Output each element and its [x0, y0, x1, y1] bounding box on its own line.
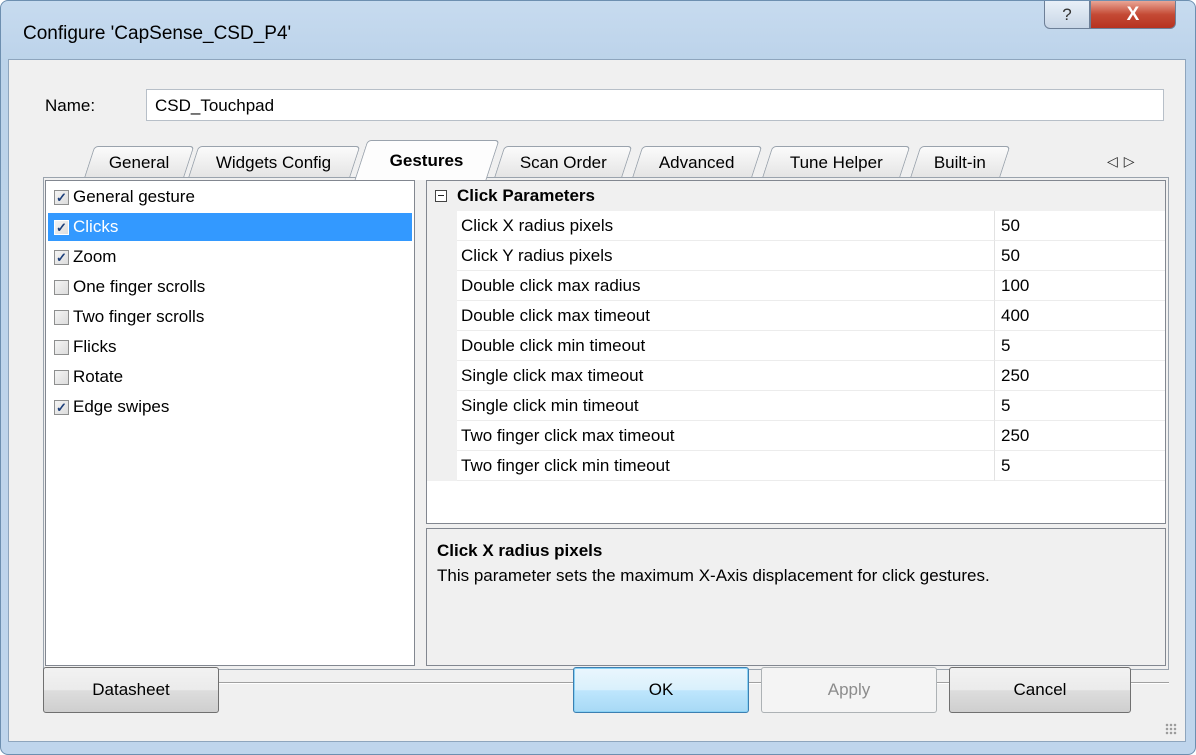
tab-tune-helper[interactable]: Tune Helper	[761, 146, 911, 179]
tab-scroll-arrows: ◁▷	[1107, 153, 1141, 170]
tab-scroll-right-icon[interactable]: ▷	[1124, 153, 1141, 169]
tab-advanced[interactable]: Advanced	[631, 146, 763, 179]
property-value[interactable]: 5	[995, 451, 1165, 481]
gesture-checkbox[interactable]: ✓	[54, 189, 69, 205]
gesture-checkbox[interactable]: ✓	[54, 399, 69, 415]
tab-widgets-config[interactable]: Widgets Config	[187, 146, 361, 179]
gesture-item-flicks[interactable]: Flicks	[48, 333, 412, 361]
title-bar[interactable]: Configure 'CapSense_CSD_P4' ? X	[1, 1, 1195, 59]
gesture-list[interactable]: ✓ General gesture ✓ Clicks ✓ Zoom One fi…	[45, 180, 415, 666]
cancel-button[interactable]: Cancel	[949, 667, 1131, 713]
property-name: Two finger click max timeout	[457, 421, 995, 451]
close-button[interactable]: X	[1090, 1, 1176, 29]
property-category-header[interactable]: Click Parameters	[427, 181, 1165, 211]
gesture-item-general-gesture[interactable]: ✓ General gesture	[48, 183, 412, 211]
description-title: Click X radius pixels	[437, 541, 603, 560]
property-name: Click Y radius pixels	[457, 241, 995, 271]
property-name: Single click max timeout	[457, 361, 995, 391]
property-name: Double click max timeout	[457, 301, 995, 331]
gesture-label: Zoom	[73, 247, 117, 266]
gesture-label: Rotate	[73, 367, 124, 386]
tab-scroll-left-icon[interactable]: ◁	[1107, 153, 1124, 169]
resize-grip-icon[interactable]	[1165, 723, 1177, 735]
gesture-label: One finger scrolls	[73, 277, 206, 296]
property-category-label: Click Parameters	[457, 186, 595, 205]
ok-button[interactable]: OK	[573, 667, 749, 713]
property-name: Click X radius pixels	[457, 211, 995, 241]
gesture-label: Two finger scrolls	[73, 307, 205, 326]
gesture-label: General gesture	[73, 187, 195, 206]
property-value[interactable]: 250	[995, 421, 1165, 451]
gesture-checkbox[interactable]	[54, 309, 69, 325]
tab-built-in[interactable]: Built-in	[909, 146, 1011, 179]
tab-gestures[interactable]: Gestures	[354, 140, 500, 180]
tab-strip: General Widgets Config Gestures Scan Ord…	[9, 140, 1187, 180]
gesture-label: Edge swipes	[73, 397, 170, 416]
property-value[interactable]: 100	[995, 271, 1165, 301]
property-value[interactable]: 5	[995, 391, 1165, 421]
property-row[interactable]: Single click min timeout 5	[427, 391, 1165, 421]
property-description-pane: Click X radius pixels This parameter set…	[426, 528, 1166, 666]
gesture-checkbox[interactable]	[54, 369, 69, 385]
gesture-item-edge-swipes[interactable]: ✓ Edge swipes	[48, 393, 412, 421]
property-row[interactable]: Double click max timeout 400	[427, 301, 1165, 331]
property-row[interactable]: Single click max timeout 250	[427, 361, 1165, 391]
gesture-item-two-finger-scrolls[interactable]: Two finger scrolls	[48, 303, 412, 331]
gesture-checkbox[interactable]	[54, 279, 69, 295]
configure-dialog: Configure 'CapSense_CSD_P4' ? X Name: CS…	[0, 0, 1196, 755]
property-name: Two finger click min timeout	[457, 451, 995, 481]
collapse-icon[interactable]	[435, 190, 447, 202]
gesture-item-clicks[interactable]: ✓ Clicks	[48, 213, 412, 241]
property-row[interactable]: Double click max radius 100	[427, 271, 1165, 301]
tab-general[interactable]: General	[83, 146, 195, 179]
dialog-body: Name: CSD_Touchpad General Widgets Confi…	[8, 59, 1186, 742]
gesture-item-zoom[interactable]: ✓ Zoom	[48, 243, 412, 271]
property-row[interactable]: Click X radius pixels 50	[427, 211, 1165, 241]
name-label: Name:	[45, 96, 96, 115]
gesture-checkbox[interactable]: ✓	[54, 249, 69, 265]
property-name: Double click min timeout	[457, 331, 995, 361]
gesture-item-one-finger-scrolls[interactable]: One finger scrolls	[48, 273, 412, 301]
property-value[interactable]: 250	[995, 361, 1165, 391]
property-value[interactable]: 400	[995, 301, 1165, 331]
tab-scan-order[interactable]: Scan Order	[493, 146, 633, 179]
property-row[interactable]: Double click min timeout 5	[427, 331, 1165, 361]
gesture-checkbox[interactable]: ✓	[54, 219, 69, 235]
gesture-label: Flicks	[73, 337, 117, 356]
property-value[interactable]: 50	[995, 241, 1165, 271]
gesture-checkbox[interactable]	[54, 339, 69, 355]
datasheet-button[interactable]: Datasheet	[43, 667, 219, 713]
help-button[interactable]: ?	[1044, 1, 1090, 29]
description-text: This parameter sets the maximum X-Axis d…	[437, 566, 990, 585]
gesture-item-rotate[interactable]: Rotate	[48, 363, 412, 391]
property-row[interactable]: Two finger click min timeout 5	[427, 451, 1165, 481]
apply-button[interactable]: Apply	[761, 667, 937, 713]
property-value[interactable]: 5	[995, 331, 1165, 361]
property-row[interactable]: Click Y radius pixels 50	[427, 241, 1165, 271]
property-value[interactable]: 50	[995, 211, 1165, 241]
property-name: Single click min timeout	[457, 391, 995, 421]
property-grid[interactable]: Click Parameters Click X radius pixels 50…	[426, 180, 1166, 524]
property-row[interactable]: Two finger click max timeout 250	[427, 421, 1165, 451]
name-input[interactable]: CSD_Touchpad	[146, 89, 1164, 121]
property-name: Double click max radius	[457, 271, 995, 301]
gesture-label: Clicks	[73, 217, 119, 236]
window-title: Configure 'CapSense_CSD_P4'	[23, 23, 292, 44]
